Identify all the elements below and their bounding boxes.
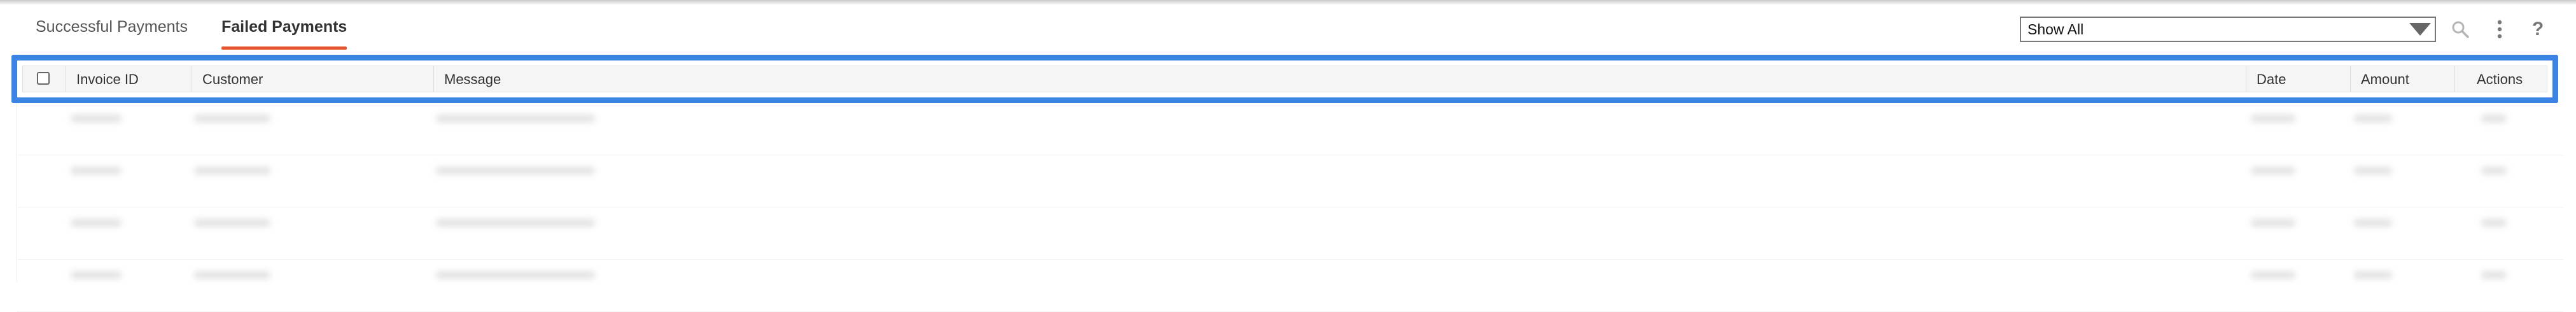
- column-label: Date: [2257, 71, 2286, 87]
- tabs-bar: Successful Payments Failed Payments Show…: [0, 5, 2576, 51]
- column-header-message[interactable]: Message: [434, 66, 2246, 92]
- blurred-cell: [2481, 115, 2507, 122]
- blurred-cell: [2354, 271, 2392, 279]
- table-header-highlight: Invoice ID Customer Message Date Amount …: [11, 55, 2558, 103]
- blurred-cell: [194, 167, 270, 174]
- blurred-cell: [194, 219, 270, 227]
- blurred-cell: [71, 271, 122, 279]
- blurred-cell: [2251, 219, 2295, 227]
- column-header-amount[interactable]: Amount: [2351, 66, 2455, 92]
- blurred-cell: [436, 219, 595, 227]
- blurred-cell: [2481, 271, 2507, 279]
- blurred-cell: [436, 115, 595, 122]
- column-header-date[interactable]: Date: [2246, 66, 2351, 92]
- help-glyph: ?: [2531, 18, 2544, 39]
- table-body: [17, 103, 2563, 312]
- blurred-cell: [2354, 219, 2392, 227]
- search-icon[interactable]: [2447, 17, 2473, 42]
- filter-selected-value: Show All: [2027, 21, 2084, 38]
- tab-successful-payments[interactable]: Successful Payments: [36, 13, 188, 41]
- column-header-invoice-id[interactable]: Invoice ID: [66, 66, 192, 92]
- column-header-customer[interactable]: Customer: [192, 66, 434, 92]
- tab-label: Successful Payments: [36, 18, 188, 36]
- blurred-cell: [2481, 219, 2507, 227]
- blurred-cell: [71, 219, 122, 227]
- select-all-cell: [23, 66, 66, 92]
- blurred-cell: [2481, 167, 2507, 174]
- blurred-cell: [2251, 167, 2295, 174]
- column-label: Message: [444, 71, 501, 87]
- blurred-cell: [2251, 271, 2295, 279]
- table-row[interactable]: [17, 103, 2563, 155]
- tab-label: Failed Payments: [221, 18, 347, 36]
- column-label: Amount: [2361, 71, 2409, 87]
- active-tab-underline: [221, 46, 347, 50]
- blurred-cell: [436, 167, 595, 174]
- filter-select[interactable]: Show All: [2020, 17, 2436, 42]
- dropdown-arrow-icon: [2409, 23, 2431, 36]
- table-row[interactable]: [17, 208, 2563, 260]
- tab-failed-payments[interactable]: Failed Payments: [221, 13, 347, 50]
- blurred-cell: [71, 167, 122, 174]
- blurred-cell: [194, 271, 270, 279]
- blurred-cell: [436, 271, 595, 279]
- table-header-row: Invoice ID Customer Message Date Amount …: [22, 66, 2547, 92]
- column-label: Customer: [202, 71, 263, 87]
- column-header-actions: Actions: [2455, 66, 2559, 92]
- blurred-cell: [71, 115, 122, 122]
- blurred-cell: [2354, 115, 2392, 122]
- more-vert-icon[interactable]: [2487, 17, 2512, 42]
- column-label: Invoice ID: [76, 71, 139, 87]
- blurred-cell: [2354, 167, 2392, 174]
- column-label: Actions: [2477, 71, 2523, 87]
- help-icon[interactable]: ?: [2525, 17, 2551, 42]
- blurred-cell: [194, 115, 270, 122]
- top-shadow: [0, 0, 2576, 5]
- select-all-checkbox[interactable]: [37, 72, 50, 85]
- blurred-cell: [2251, 115, 2295, 122]
- table-row[interactable]: [17, 155, 2563, 208]
- table-row[interactable]: [17, 260, 2563, 312]
